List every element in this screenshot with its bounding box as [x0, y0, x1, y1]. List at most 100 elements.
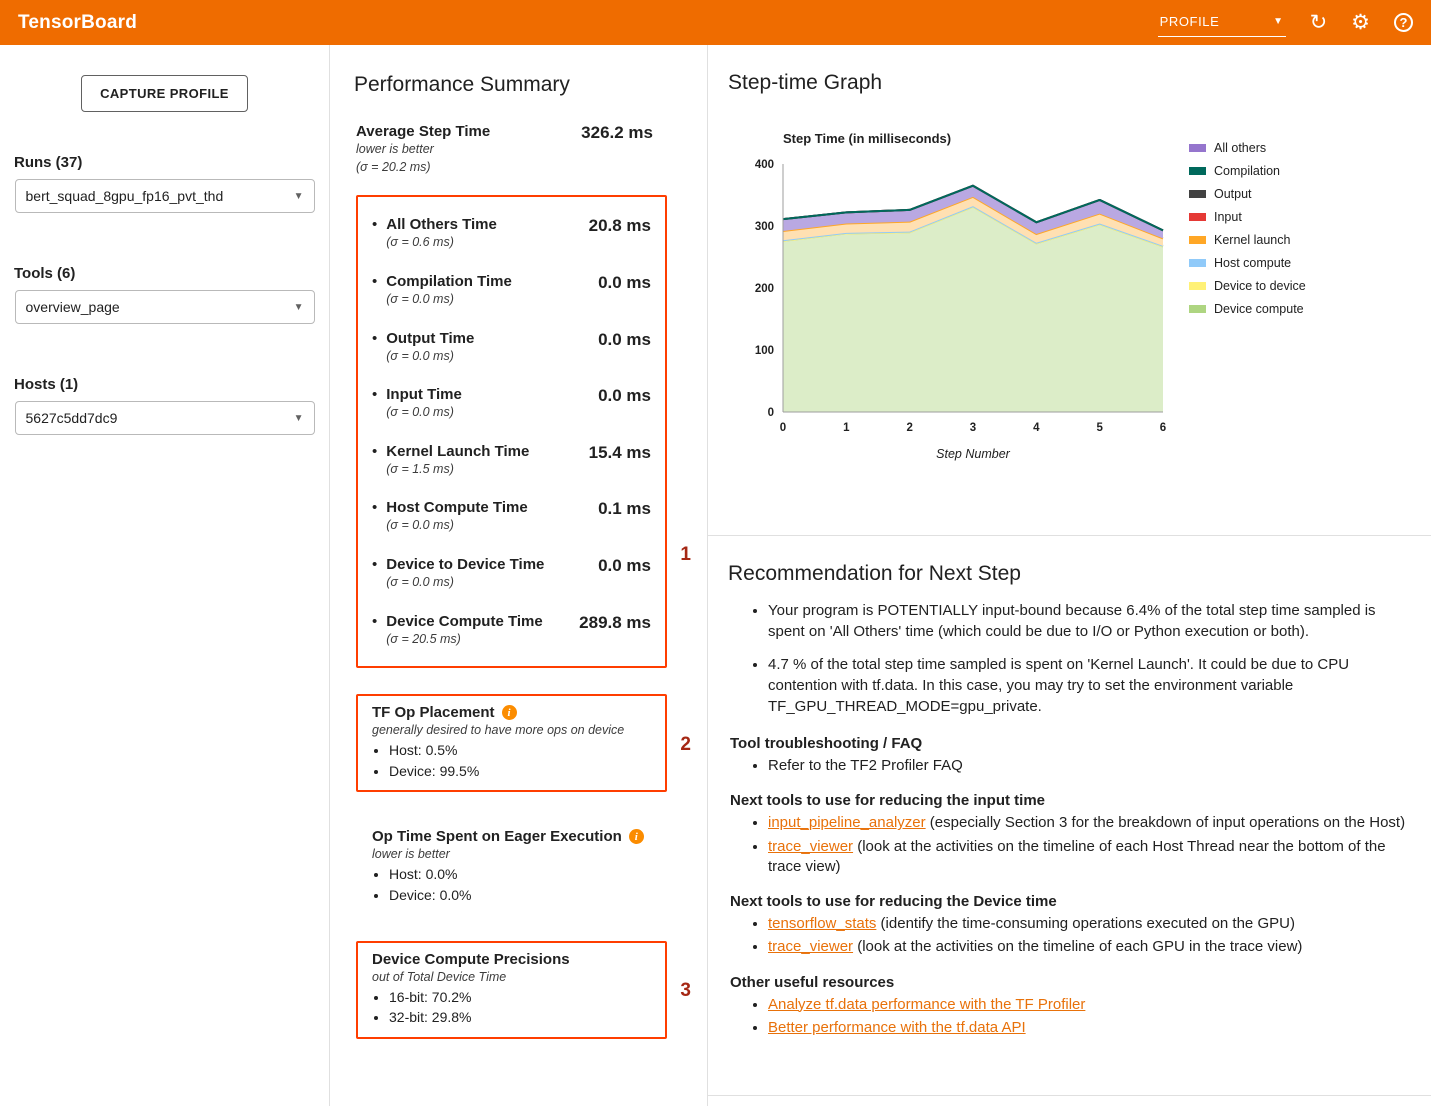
- metric-sigma: (σ = 0.0 ms): [386, 349, 474, 365]
- bullet-icon: •: [372, 556, 377, 591]
- metric-row: •Input Time(σ = 0.0 ms)0.0 ms: [372, 375, 651, 432]
- metric-text: Device Compute Time(σ = 20.5 ms): [386, 613, 542, 648]
- metric-label: Output Time: [386, 330, 474, 347]
- right-panel: Step-time Graph Step Time (in millisecon…: [708, 45, 1431, 1106]
- legend-swatch-icon: [1189, 236, 1206, 244]
- metric-value: 15.4 ms: [589, 443, 651, 463]
- annotation-1: 1: [680, 544, 691, 566]
- chart-legend: All others Compilation Output Input Kernel l…: [1189, 131, 1306, 469]
- hosts-select-value: 5627c5dd7dc9: [26, 410, 118, 426]
- legend-item[interactable]: Output: [1189, 187, 1306, 201]
- device-precisions-box: Device Compute Precisions out of Total D…: [356, 941, 667, 1039]
- legend-item[interactable]: Compilation: [1189, 164, 1306, 178]
- capture-profile-button[interactable]: CAPTURE PROFILE: [81, 75, 248, 112]
- info-icon[interactable]: [502, 705, 517, 720]
- legend-swatch-icon: [1189, 190, 1206, 198]
- tool-link[interactable]: Analyze tf.data performance with the TF …: [768, 996, 1085, 1013]
- stat-item: Device: 99.5%: [389, 762, 651, 782]
- step-time-graph-panel: Step-time Graph Step Time (in millisecon…: [708, 45, 1431, 535]
- legend-item[interactable]: All others: [1189, 141, 1306, 155]
- metric-left: •Kernel Launch Time(σ = 1.5 ms): [372, 443, 529, 478]
- average-step-time-label: Average Step Time: [356, 123, 490, 140]
- legend-label: Kernel launch: [1214, 233, 1290, 247]
- legend-item[interactable]: Host compute: [1189, 256, 1306, 270]
- runs-select-value: bert_squad_8gpu_fp16_pvt_thd: [26, 188, 224, 204]
- metric-text: Output Time (σ = 0.0 ms): [386, 330, 474, 365]
- dashboard-selector[interactable]: PROFILE ▼: [1158, 8, 1286, 37]
- device-precisions-title: Device Compute Precisions: [372, 951, 570, 968]
- legend-item[interactable]: Device compute: [1189, 302, 1306, 316]
- device-precisions-subtitle: out of Total Device Time: [372, 970, 651, 984]
- legend-item[interactable]: Kernel launch: [1189, 233, 1306, 247]
- bullet-icon: •: [372, 443, 377, 478]
- tool-link[interactable]: trace_viewer: [768, 838, 853, 855]
- metric-text: Host Compute Time(σ = 0.0 ms): [386, 499, 527, 534]
- metric-value: 0.0 ms: [598, 386, 651, 406]
- x-tick-label: 0: [780, 422, 786, 434]
- metric-sigma: (σ = 0.0 ms): [386, 292, 512, 308]
- section-item: Refer to the TF2 Profiler FAQ: [768, 756, 1407, 776]
- metric-row: •Compilation Time(σ = 0.0 ms)0.0 ms: [372, 262, 651, 319]
- metric-left: •Device to Device Time(σ = 0.0 ms): [372, 556, 544, 591]
- section-list: Refer to the TF2 Profiler FAQ: [728, 756, 1407, 776]
- metric-value: 20.8 ms: [589, 216, 651, 236]
- legend-swatch-icon: [1189, 167, 1206, 175]
- step-time-breakdown-box: •All Others Time(σ = 0.6 ms)20.8 ms•Comp…: [356, 195, 667, 668]
- x-tick-label: 4: [1033, 422, 1040, 434]
- tools-select[interactable]: overview_page ▼: [15, 290, 315, 324]
- step-time-graph-title: Step-time Graph: [728, 71, 1431, 95]
- tf-op-placement-subtitle: generally desired to have more ops on de…: [372, 723, 651, 737]
- tool-link[interactable]: tensorflow_stats: [768, 915, 876, 932]
- legend-swatch-icon: [1189, 144, 1206, 152]
- legend-item[interactable]: Input: [1189, 210, 1306, 224]
- series-area: [783, 207, 1163, 412]
- recommendation-bullet: 4.7 % of the total step time sampled is …: [768, 654, 1407, 717]
- bullet-icon: •: [372, 386, 377, 421]
- legend-label: Input: [1214, 210, 1242, 224]
- metric-left: •Device Compute Time(σ = 20.5 ms): [372, 613, 543, 648]
- eager-execution-section: Op Time Spent on Eager Execution lower i…: [356, 818, 667, 916]
- metric-value: 0.0 ms: [598, 556, 651, 576]
- section-list: tensorflow_stats (identify the time-cons…: [728, 914, 1407, 958]
- average-step-time-value: 326.2 ms: [581, 123, 653, 143]
- legend-label: All others: [1214, 141, 1266, 155]
- metric-sigma: (σ = 0.0 ms): [386, 518, 527, 534]
- gear-icon[interactable]: ⚙: [1351, 12, 1370, 33]
- section-item: trace_viewer (look at the activities on …: [768, 937, 1407, 957]
- legend-item[interactable]: Device to device: [1189, 279, 1306, 293]
- device-precisions-list: 16-bit: 70.2%32-bit: 29.8%: [372, 988, 651, 1028]
- y-tick-label: 0: [768, 407, 774, 419]
- metric-sigma: (σ = 0.0 ms): [386, 405, 462, 421]
- x-tick-label: 6: [1160, 422, 1166, 434]
- metric-value: 0.0 ms: [598, 330, 651, 350]
- y-tick-label: 100: [755, 345, 774, 357]
- tool-link[interactable]: input_pipeline_analyzer: [768, 814, 926, 831]
- tool-link[interactable]: Better performance with the tf.data API: [768, 1019, 1026, 1036]
- section-heading: Other useful resources: [730, 974, 1407, 991]
- metrics-list: •All Others Time(σ = 0.6 ms)20.8 ms•Comp…: [372, 205, 651, 658]
- legend-label: Host compute: [1214, 256, 1291, 270]
- stat-item: Host: 0.0%: [389, 865, 651, 885]
- info-icon[interactable]: [629, 829, 644, 844]
- metric-row: •All Others Time(σ = 0.6 ms) 20.8 ms: [372, 205, 651, 262]
- metric-label: Device to Device Time: [386, 556, 544, 573]
- recommendation-title: Recommendation for Next Step: [728, 562, 1407, 586]
- runs-label: Runs (37): [14, 154, 329, 171]
- step-time-chart: 01002003004000123456Step Number: [728, 150, 1173, 464]
- app-header: TensorBoard PROFILE ▼ ↻ ⚙ ?: [0, 0, 1431, 45]
- section-item: tensorflow_stats (identify the time-cons…: [768, 914, 1407, 934]
- metric-sigma: (σ = 20.5 ms): [386, 632, 542, 648]
- refresh-icon[interactable]: ↻: [1310, 12, 1328, 33]
- annotation-2: 2: [680, 734, 691, 756]
- x-tick-label: 2: [906, 422, 912, 434]
- eager-execution-list: Host: 0.0%Device: 0.0%: [372, 865, 651, 905]
- tool-link[interactable]: trace_viewer: [768, 938, 853, 955]
- runs-select[interactable]: bert_squad_8gpu_fp16_pvt_thd ▼: [15, 179, 315, 213]
- metric-row: •Device to Device Time(σ = 0.0 ms)0.0 ms: [372, 545, 651, 602]
- legend-swatch-icon: [1189, 282, 1206, 290]
- hosts-select[interactable]: 5627c5dd7dc9 ▼: [15, 401, 315, 435]
- help-icon[interactable]: ?: [1394, 13, 1413, 32]
- metric-text: All Others Time(σ = 0.6 ms): [386, 216, 497, 251]
- metric-left: •All Others Time(σ = 0.6 ms): [372, 216, 497, 251]
- metric-value: 0.1 ms: [598, 499, 651, 519]
